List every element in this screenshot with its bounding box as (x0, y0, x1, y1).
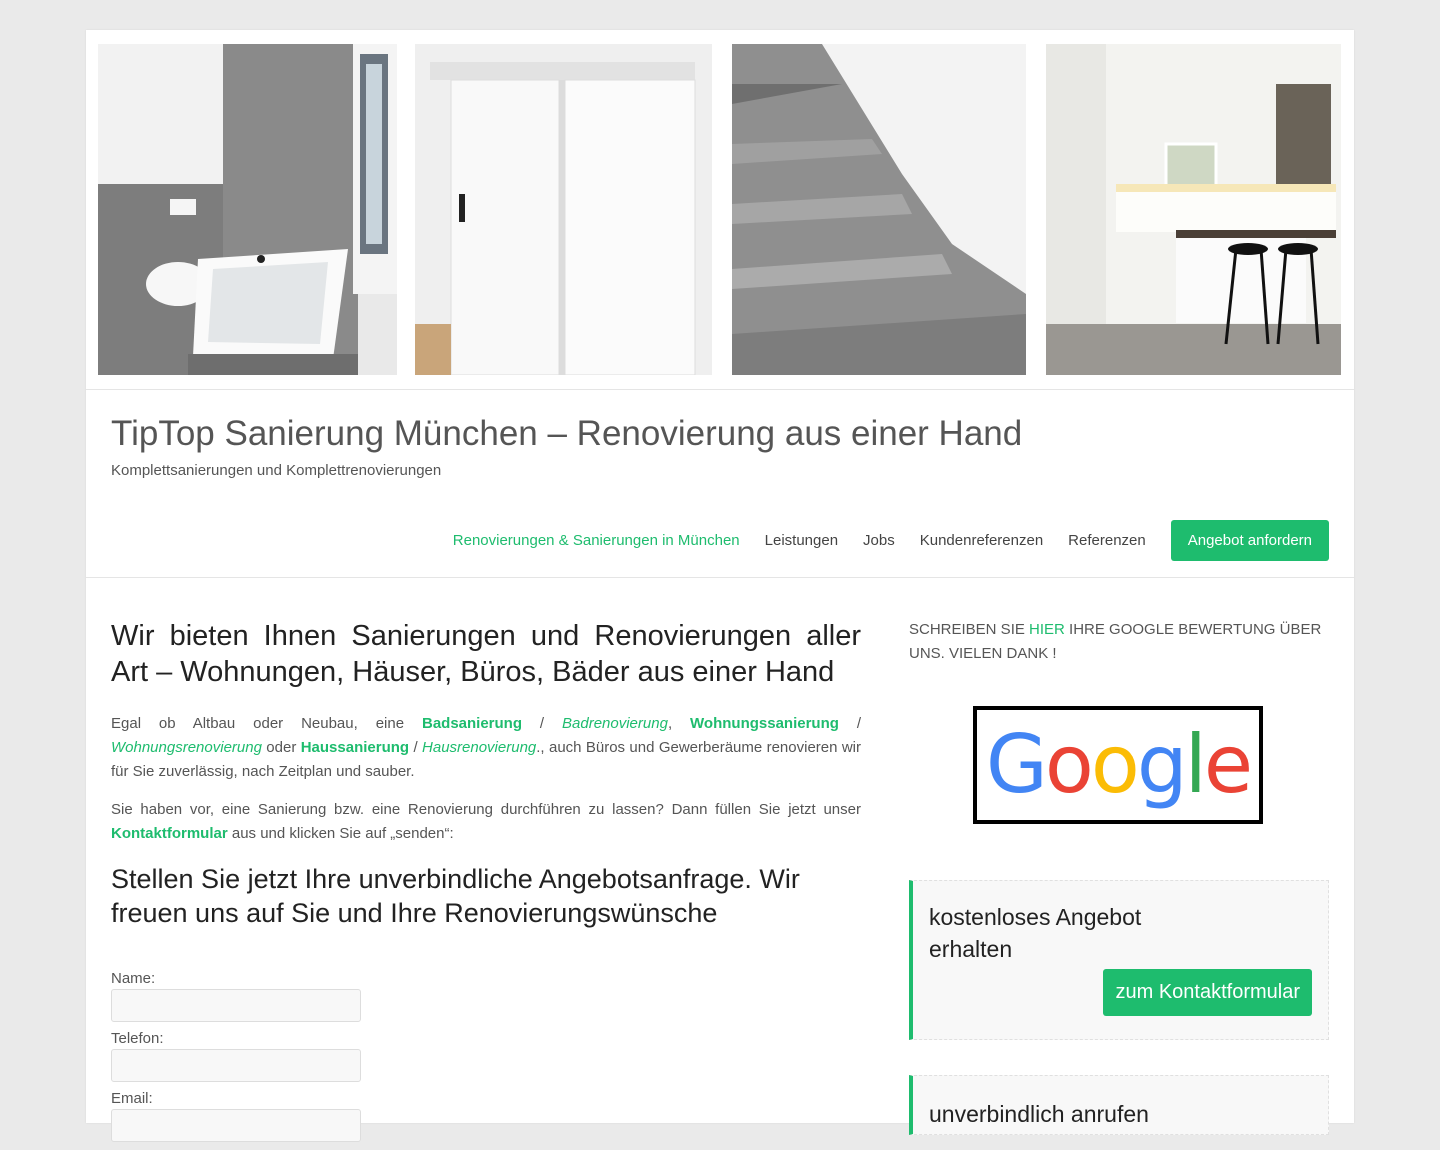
text: Schreiben Sie (909, 621, 1030, 638)
main-navigation: Renovierungen & Sanierungen in München L… (428, 518, 1329, 562)
link-badsanierung[interactable]: Badsanierung (422, 715, 522, 732)
nav-item-jobs[interactable]: Jobs (863, 532, 895, 549)
review-link-hier[interactable]: hier (1029, 621, 1065, 638)
google-logo-link[interactable]: Google (973, 706, 1263, 824)
text: Egal ob Altbau oder Neubau, eine (111, 715, 422, 732)
link-kontaktformular[interactable]: Kontaktformular (111, 825, 228, 842)
widget-title: kostenloses Angebot erhalten (929, 904, 1142, 962)
link-hausrenovierung[interactable]: Hausrenovierung (422, 739, 536, 756)
google-review-text: Schreiben Sie hier Ihre Google Bewertung… (909, 618, 1329, 666)
site-title[interactable]: TipTop Sanierung München – Renovierung a… (111, 414, 1022, 454)
phone-input[interactable] (111, 1049, 361, 1082)
phone-label: Telefon: (111, 1030, 164, 1047)
cta-paragraph: Sie haben vor, eine Sanierung bzw. eine … (111, 798, 861, 846)
nav-item-home[interactable]: Renovierungen & Sanierungen in München (453, 532, 740, 549)
text: / (522, 715, 563, 732)
email-input[interactable] (111, 1109, 361, 1142)
text: , (667, 715, 691, 732)
page-heading: Wir bieten Ihnen Sanierungen und Renovie… (111, 620, 861, 688)
angebot-anfordern-button[interactable]: Angebot anfordern (1170, 519, 1329, 561)
nav-item-referenzen[interactable]: Referenzen (1068, 532, 1146, 549)
link-wohnungsrenovierung[interactable]: Wohnungsrenovierung (111, 739, 262, 756)
bathroom-photo (98, 44, 397, 375)
widget-title: unverbindlich anrufen (929, 1101, 1149, 1127)
link-badrenovierung[interactable]: Badrenovierung (562, 715, 668, 732)
nav-item-leistungen[interactable]: Leistungen (765, 532, 838, 549)
nav-divider (86, 577, 1354, 578)
text: Sie haben vor, eine Sanierung bzw. eine … (111, 801, 861, 818)
site-tagline: Komplettsanierungen und Komplettrenovier… (111, 462, 442, 479)
nav-item-kundenreferenzen[interactable]: Kundenreferenzen (920, 532, 1043, 549)
form-heading: Stellen Sie jetzt Ihre unverbindliche An… (111, 864, 800, 928)
email-label: Email: (111, 1090, 153, 1107)
name-input[interactable] (111, 989, 361, 1022)
sidebar: Schreiben Sie hier Ihre Google Bewertung… (909, 618, 1329, 1135)
google-logo: Google (985, 718, 1253, 811)
link-haussanierung[interactable]: Haussanierung (301, 739, 409, 756)
free-offer-widget: kostenloses Angebot erhalten zum Kontakt… (909, 880, 1329, 1040)
contact-form-button[interactable]: zum Kontaktformular (1103, 969, 1312, 1016)
page-container: TipTop Sanierung München – Renovierung a… (86, 30, 1354, 1142)
text: aus und klicken Sie auf „senden“: (227, 825, 454, 842)
main-content: Wir bieten Ihnen Sanierungen und Renovie… (111, 618, 861, 1150)
kitchen-photo (1046, 44, 1341, 375)
call-widget: unverbindlich anrufen (909, 1075, 1329, 1135)
header-image-strip (86, 30, 1354, 390)
link-wohnungssanierung[interactable]: Wohnungssanierung (690, 715, 839, 732)
text: / (409, 739, 423, 756)
name-label: Name: (111, 970, 156, 987)
text: / (838, 715, 862, 732)
intro-paragraph: Egal ob Altbau oder Neubau, eine Badsani… (111, 712, 861, 784)
text: oder (261, 739, 301, 756)
staircase-photo (732, 44, 1026, 375)
sliding-door-photo (415, 44, 712, 375)
contact-form: Name: Telefon: Email: (111, 970, 861, 1142)
